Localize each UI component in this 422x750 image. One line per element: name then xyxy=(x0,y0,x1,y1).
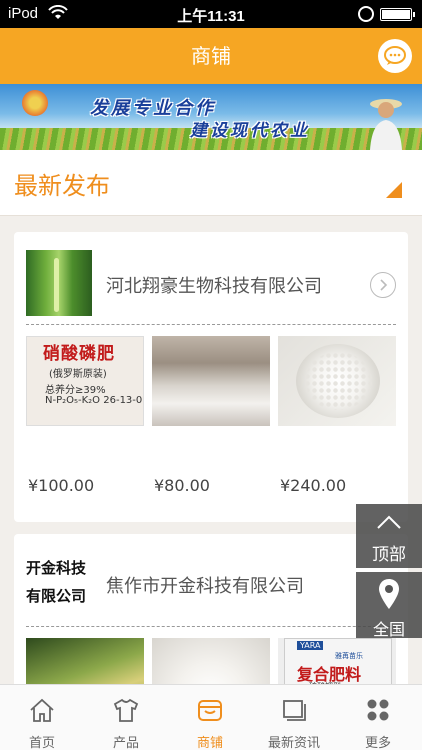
tab-label: 首页 xyxy=(28,736,55,750)
shop-card[interactable]: 河北翔豪生物科技有限公司 硝酸磷肥 (俄罗斯原装) 总养分≥39% N-P₂O₅… xyxy=(14,232,408,522)
home-icon xyxy=(30,698,54,722)
sunflower-image xyxy=(22,90,48,116)
shop-logo xyxy=(26,250,92,316)
dashed-divider xyxy=(26,324,396,325)
message-button[interactable] xyxy=(378,39,412,73)
banner-line-2: 建设现代农业 xyxy=(190,121,310,141)
section-title: 最新发布 xyxy=(14,172,110,200)
back-to-top-label: 顶部 xyxy=(372,545,406,565)
product-image[interactable] xyxy=(278,336,396,426)
tab-shops[interactable]: 商铺 xyxy=(168,685,252,750)
product-image[interactable]: 硝酸磷肥 (俄罗斯原装) 总养分≥39% N-P₂O₅-K₂O 26-13-0 xyxy=(26,336,144,426)
tab-more[interactable]: 更多 xyxy=(336,685,420,750)
chat-bubble-icon xyxy=(384,46,406,65)
product-price: ¥240.00 xyxy=(280,476,347,495)
shop-name: 河北翔豪生物科技有限公司 xyxy=(106,276,322,297)
bottom-tab-bar: 首页 产品 商铺 最新资讯 更多 xyxy=(0,684,422,750)
product-image-title: 硝酸磷肥 xyxy=(43,344,115,364)
shop-logo-line-2: 有限公司 xyxy=(26,587,87,605)
shop-header[interactable]: 河北翔豪生物科技有限公司 xyxy=(14,232,408,324)
tab-label: 最新资讯 xyxy=(267,736,320,750)
location-pin-icon xyxy=(379,579,399,609)
section-header[interactable]: 最新发布 xyxy=(0,150,422,216)
more-icon xyxy=(367,699,389,721)
bag-brand: YARA xyxy=(297,641,324,650)
back-to-top-button[interactable]: 顶部 xyxy=(356,504,422,568)
tab-label: 商铺 xyxy=(196,736,223,750)
battery-icon xyxy=(380,8,415,21)
tab-products[interactable]: 产品 xyxy=(84,685,168,750)
shop-icon xyxy=(198,700,222,721)
product-image-nutrient: 总养分≥39% xyxy=(45,385,106,396)
dashed-divider xyxy=(26,626,396,627)
news-icon xyxy=(283,700,306,721)
page-title: 商铺 xyxy=(191,44,231,68)
product-price: ¥80.00 xyxy=(154,476,210,495)
shop-logo: 开金科技 有限公司 xyxy=(26,554,98,610)
app-header: 商铺 xyxy=(0,28,422,84)
bag-subtitle: 雅苒苗乐 xyxy=(335,652,363,660)
status-bar: iPod 上午11:31 xyxy=(0,0,422,28)
tab-label: 产品 xyxy=(112,736,139,750)
promo-banner[interactable]: 发展专业合作 建设现代农业 xyxy=(0,84,422,150)
shop-logo-line-1: 开金科技 xyxy=(26,559,87,577)
product-image[interactable] xyxy=(152,336,270,426)
product-image-formula: N-P₂O₅-K₂O 26-13-0 xyxy=(45,395,143,406)
wheat-image xyxy=(54,258,59,312)
region-button[interactable]: 全国 xyxy=(356,572,422,639)
corner-triangle-icon xyxy=(386,182,402,198)
tab-news[interactable]: 最新资讯 xyxy=(252,685,336,750)
product-grid: 硝酸磷肥 (俄罗斯原装) 总养分≥39% N-P₂O₅-K₂O 26-13-0 xyxy=(26,336,396,426)
shop-name: 焦作市开金科技有限公司 xyxy=(106,576,304,597)
tab-label: 更多 xyxy=(364,736,391,750)
chevron-up-icon xyxy=(377,515,401,529)
rotation-lock-icon xyxy=(358,6,374,22)
farmer-image xyxy=(370,99,402,150)
chevron-right-icon[interactable] xyxy=(370,272,396,298)
region-label: 全国 xyxy=(372,620,405,639)
product-image-origin: (俄罗斯原装) xyxy=(49,369,107,380)
shop-header[interactable]: 开金科技 有限公司 焦作市开金科技有限公司 xyxy=(14,534,408,626)
granules-texture xyxy=(304,352,372,410)
shirt-icon xyxy=(113,698,139,722)
product-price: ¥100.00 xyxy=(28,476,95,495)
tab-home[interactable]: 首页 xyxy=(0,685,84,750)
